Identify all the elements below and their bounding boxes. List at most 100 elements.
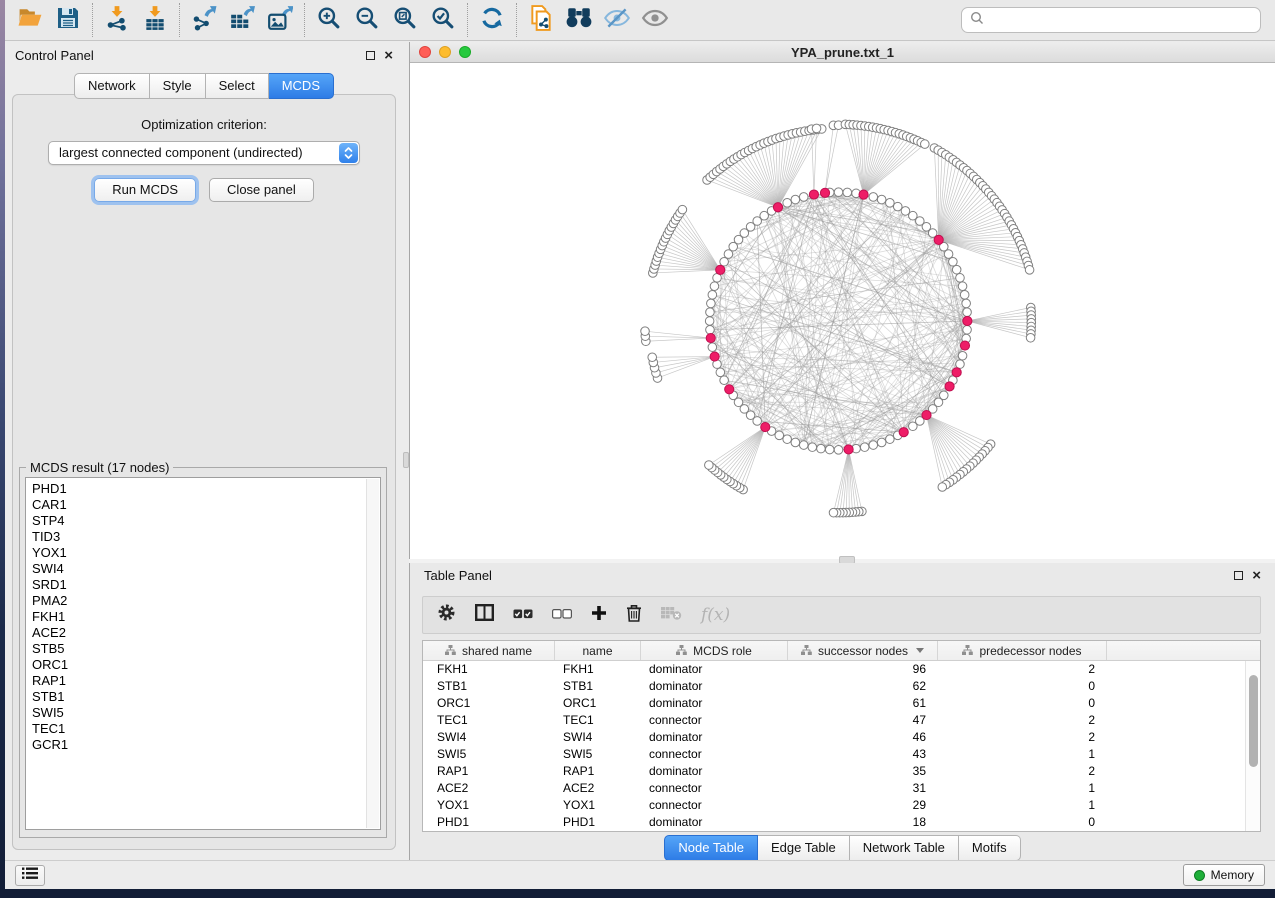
mcds-result-item[interactable]: SRD1: [32, 577, 380, 593]
select-all-button[interactable]: [513, 606, 533, 624]
close-panel-icon[interactable]: ×: [1252, 571, 1261, 580]
table-cell: YOX1: [423, 797, 555, 814]
gear-icon: [437, 603, 456, 627]
refresh-view-button[interactable]: [473, 3, 511, 37]
list-icon: [22, 867, 38, 885]
save-session-button[interactable]: [49, 3, 87, 37]
table-row[interactable]: YOX1YOX1connector291: [423, 797, 1260, 814]
maximize-window-icon[interactable]: [459, 46, 471, 58]
table-cell: RAP1: [555, 763, 641, 780]
float-panel-icon[interactable]: [1234, 571, 1243, 580]
search-input[interactable]: [990, 13, 1252, 27]
tab-mcds[interactable]: MCDS: [269, 73, 334, 99]
find-button[interactable]: [560, 3, 598, 37]
run-mcds-button[interactable]: Run MCDS: [94, 178, 196, 202]
table-row[interactable]: SWI5SWI5connector431: [423, 746, 1260, 763]
show-columns-button[interactable]: [475, 604, 494, 626]
function-builder-button-disabled: f(x): [701, 605, 730, 625]
mcds-result-item[interactable]: FKH1: [32, 609, 380, 625]
close-panel-icon[interactable]: ×: [384, 51, 393, 60]
tab-node-table[interactable]: Node Table: [664, 835, 758, 861]
show-all-button[interactable]: [636, 3, 674, 37]
table-scrollbar-thumb[interactable]: [1249, 675, 1258, 767]
table-row[interactable]: RAP1RAP1dominator352: [423, 763, 1260, 780]
mcds-result-item[interactable]: GCR1: [32, 737, 380, 753]
mcds-result-item[interactable]: STB1: [32, 689, 380, 705]
save-icon: [56, 6, 80, 35]
table-row[interactable]: PHD1PHD1dominator180: [423, 814, 1260, 831]
deselect-all-button[interactable]: [552, 606, 572, 624]
tab-style[interactable]: Style: [150, 73, 206, 99]
mcds-result-item[interactable]: PHD1: [32, 481, 380, 497]
table-cell: 0: [938, 814, 1107, 831]
mcds-result-item[interactable]: ACE2: [32, 625, 380, 641]
table-cell: connector: [641, 797, 788, 814]
table-row[interactable]: TEC1TEC1connector472: [423, 712, 1260, 729]
close-window-icon[interactable]: [419, 46, 431, 58]
table-row[interactable]: ACE2ACE2connector311: [423, 780, 1260, 797]
zoom-selected-button[interactable]: [424, 3, 462, 37]
table-settings-button[interactable]: [437, 603, 456, 627]
duplicate-network-button[interactable]: [522, 3, 560, 37]
network-canvas[interactable]: [410, 63, 1275, 559]
zoom-out-button[interactable]: [348, 3, 386, 37]
refresh-icon: [479, 5, 505, 36]
mcds-result-item[interactable]: CAR1: [32, 497, 380, 513]
table-row[interactable]: FKH1FKH1dominator962: [423, 661, 1260, 678]
mcds-result-item[interactable]: SWI4: [32, 561, 380, 577]
mcds-result-item[interactable]: TID3: [32, 529, 380, 545]
export-network-button[interactable]: [185, 3, 223, 37]
memory-label: Memory: [1211, 868, 1254, 882]
mcds-result-item[interactable]: PMA2: [32, 593, 380, 609]
delete-table-button-disabled: [661, 606, 682, 625]
export-table-button[interactable]: [223, 3, 261, 37]
network-graph[interactable]: [410, 63, 1275, 559]
close-panel-button[interactable]: Close panel: [209, 178, 314, 202]
function-icon: f(x): [701, 605, 730, 625]
table-cell: 35: [788, 763, 938, 780]
optimization-criterion-select[interactable]: largest connected component (undirected): [48, 141, 360, 165]
minimize-window-icon[interactable]: [439, 46, 451, 58]
mcds-list-scrollbar[interactable]: [366, 479, 379, 828]
open-file-button[interactable]: [11, 3, 49, 37]
zoom-in-button[interactable]: [310, 3, 348, 37]
show-panels-button[interactable]: [15, 865, 45, 886]
tab-network-table[interactable]: Network Table: [850, 835, 959, 861]
mcds-result-item[interactable]: STB5: [32, 641, 380, 657]
float-panel-icon[interactable]: [366, 51, 375, 60]
mcds-result-item[interactable]: STP4: [32, 513, 380, 529]
import-table-button[interactable]: [136, 3, 174, 37]
column-header-name[interactable]: name: [555, 641, 641, 660]
tab-motifs[interactable]: Motifs: [959, 835, 1021, 861]
mcds-result-item[interactable]: RAP1: [32, 673, 380, 689]
table-row[interactable]: ORC1ORC1dominator610: [423, 695, 1260, 712]
memory-button[interactable]: Memory: [1183, 864, 1265, 886]
mcds-result-item[interactable]: TEC1: [32, 721, 380, 737]
column-header-successor-nodes[interactable]: successor nodes: [788, 641, 938, 660]
tab-select[interactable]: Select: [206, 73, 269, 99]
column-header-predecessor-nodes[interactable]: predecessor nodes: [938, 641, 1107, 660]
table-row[interactable]: STB1STB1dominator620: [423, 678, 1260, 695]
mcds-result-item[interactable]: ORC1: [32, 657, 380, 673]
eye-icon: [641, 6, 669, 35]
mcds-result-item[interactable]: SWI5: [32, 705, 380, 721]
table-cell: 0: [938, 695, 1107, 712]
memory-status-icon: [1194, 870, 1205, 881]
mcds-result-list[interactable]: PHD1CAR1STP4TID3YOX1SWI4SRD1PMA2FKH1ACE2…: [25, 477, 381, 830]
table-scrollbar[interactable]: [1245, 661, 1260, 831]
tab-network[interactable]: Network: [74, 73, 150, 99]
import-network-button[interactable]: [98, 3, 136, 37]
delete-column-button[interactable]: [626, 604, 642, 627]
export-image-button[interactable]: [261, 3, 299, 37]
network-titlebar[interactable]: YPA_prune.txt_1: [410, 42, 1275, 63]
mcds-result-item[interactable]: YOX1: [32, 545, 380, 561]
add-column-button[interactable]: [591, 605, 607, 626]
column-header-shared-name[interactable]: shared name: [423, 641, 555, 660]
zoom-fit-button[interactable]: [386, 3, 424, 37]
table-row[interactable]: SWI4SWI4dominator462: [423, 729, 1260, 746]
control-panel-tabs: NetworkStyleSelectMCDS: [5, 73, 403, 99]
global-search-box[interactable]: [961, 7, 1261, 33]
column-header-MCDS-role[interactable]: MCDS role: [641, 641, 788, 660]
tab-edge-table[interactable]: Edge Table: [758, 835, 850, 861]
hide-selected-button[interactable]: [598, 3, 636, 37]
